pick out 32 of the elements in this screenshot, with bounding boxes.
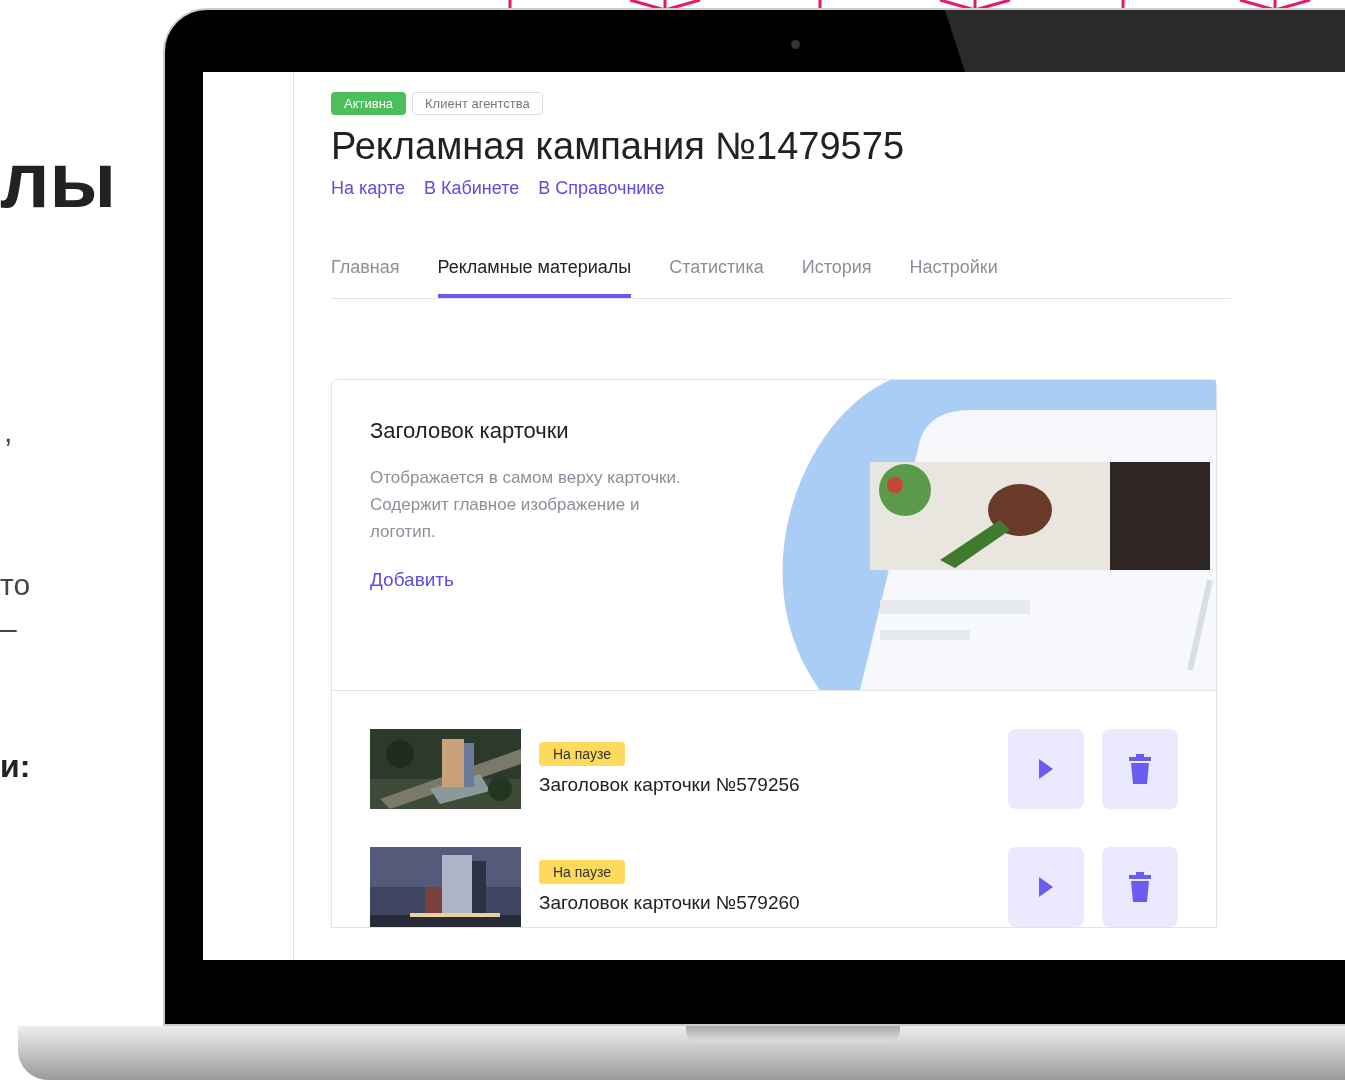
card-title: Заголовок карточки №579256 — [539, 774, 800, 796]
slide-text: то — [0, 568, 31, 602]
trash-icon — [1129, 754, 1151, 784]
card-title: Заголовок карточки №579260 — [539, 892, 800, 914]
play-button[interactable] — [1008, 729, 1084, 809]
tab[interactable]: Рекламные материалы — [437, 257, 632, 298]
section-description: Отображается в самом верху карточки. Содержит главное изображение и логотип. — [370, 467, 682, 543]
add-link[interactable]: Добавить — [370, 569, 454, 591]
tab[interactable]: Главная — [331, 257, 400, 298]
section-title: Заголовок карточки — [370, 418, 570, 444]
slide-text: , — [4, 415, 13, 449]
camera-icon — [791, 40, 800, 49]
status-badge: На паузе — [539, 742, 626, 766]
nav-link[interactable]: На карте — [331, 178, 405, 199]
status-badge: Активна — [331, 92, 407, 115]
status-badge: На паузе — [539, 860, 626, 884]
slide-text: лы — [0, 135, 117, 226]
slide-text: и: — [0, 748, 31, 785]
play-button[interactable] — [1008, 847, 1084, 927]
delete-button[interactable] — [1102, 847, 1178, 927]
delete-button[interactable] — [1102, 729, 1178, 809]
trash-icon — [1129, 872, 1151, 902]
campaign-title: Рекламная кампания №1479575 — [331, 125, 906, 168]
client-badge: Клиент агентства — [412, 92, 543, 115]
tab[interactable]: История — [801, 257, 872, 298]
nav-link[interactable]: В Кабинете — [423, 178, 520, 199]
play-icon — [1038, 759, 1054, 779]
slide-text: – — [0, 612, 17, 646]
tab[interactable]: Настройки — [909, 257, 998, 298]
nav-link[interactable]: В Справочнике — [538, 178, 665, 199]
tab[interactable]: Статистика — [669, 257, 764, 298]
play-icon — [1038, 877, 1054, 897]
